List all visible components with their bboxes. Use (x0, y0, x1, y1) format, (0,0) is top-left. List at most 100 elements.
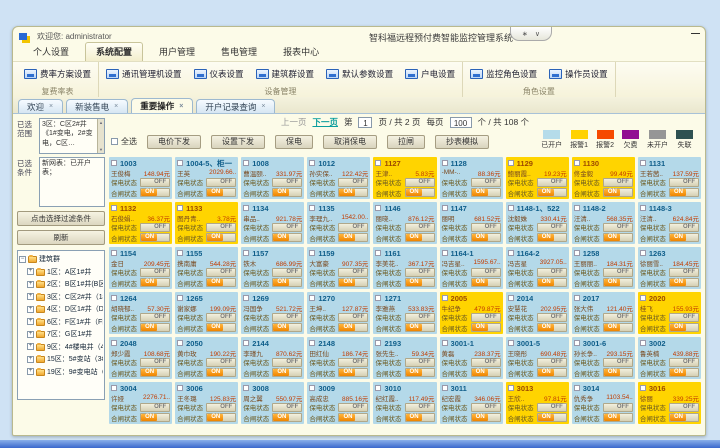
supply-status-toggle[interactable]: OFF (471, 313, 501, 322)
meter-settings-button[interactable]: 仪表设置 (194, 68, 244, 80)
tree-node[interactable]: + 6区：F区1#井（F区… (27, 316, 103, 329)
tree-node[interactable]: + 3区：C区2#井（1#变… (27, 291, 103, 304)
tab-important-operations[interactable]: 重要操作× (131, 98, 193, 113)
refresh-button[interactable]: 刷新 (17, 230, 105, 245)
meter-checkbox[interactable] (111, 340, 117, 346)
supply-status-toggle[interactable]: OFF (272, 403, 302, 412)
close-icon[interactable]: × (260, 102, 266, 111)
switch-status-toggle[interactable]: ON (603, 323, 633, 332)
meter-card[interactable]: 1133 图丹青.. 3.78元 保电状态 OFF 合闸状态 (175, 202, 238, 244)
supply-status-toggle[interactable]: OFF (471, 178, 501, 187)
operator-settings-button[interactable]: 操作员设置 (549, 68, 608, 80)
switch-status-toggle[interactable]: ON (140, 278, 170, 287)
meter-card[interactable]: 2017 张大伟 121.40元 保电状态 OFF 合闸状态 (572, 292, 635, 334)
toolbar-button[interactable]: 保电 (275, 135, 313, 149)
switch-status-toggle[interactable]: ON (603, 413, 633, 422)
meter-card[interactable]: 1146 丽晓.. 876.12元 保电状态 OFF 合闸状 (373, 202, 436, 244)
meter-card[interactable]: 2005 牛纪争 479.87元 保电状态 OFF 合闸状态 (440, 292, 503, 334)
supply-status-toggle[interactable]: OFF (206, 358, 236, 367)
meter-card[interactable]: 3008 周之翼 550.97元 保电状态 OFF 合闸状态 (241, 382, 304, 424)
meter-card[interactable]: 1130 佟金毅 99.49元 保电状态 OFF 合闸状态 (572, 157, 635, 199)
switch-status-toggle[interactable]: ON (206, 188, 236, 197)
switch-status-toggle[interactable]: ON (338, 188, 368, 197)
switch-status-toggle[interactable]: ON (603, 278, 633, 287)
supply-status-toggle[interactable]: OFF (140, 268, 170, 277)
switch-status-toggle[interactable]: ON (272, 278, 302, 287)
comm-manager-settings-button[interactable]: 通讯管理机设置 (106, 68, 182, 80)
meter-checkbox[interactable] (375, 205, 381, 211)
close-icon[interactable]: × (178, 102, 184, 111)
meter-checkbox[interactable] (243, 295, 249, 301)
switch-status-toggle[interactable]: ON (338, 233, 368, 242)
supply-status-toggle[interactable]: OFF (206, 223, 236, 232)
switch-status-toggle[interactable]: ON (537, 368, 567, 377)
meter-card[interactable]: 3002 鲁英楠 439.88元 保电状态 OFF 合闸状态 (638, 337, 701, 379)
tab-welcome[interactable]: 欢迎× (18, 99, 63, 113)
switch-status-toggle[interactable]: ON (405, 188, 435, 197)
expand-icon[interactable]: + (27, 331, 34, 338)
supply-status-toggle[interactable]: OFF (603, 358, 633, 367)
menu-item-sales-mgmt[interactable]: 售电管理 (211, 43, 267, 61)
page-number-input[interactable]: 1 (358, 117, 372, 128)
meter-card[interactable]: 1148-3 汪清.. 624.84元 保电状态 OFF 合 (638, 202, 701, 244)
supply-status-toggle[interactable]: OFF (405, 223, 435, 232)
switch-status-toggle[interactable]: ON (669, 368, 699, 377)
supply-status-toggle[interactable]: OFF (603, 268, 633, 277)
supply-status-toggle[interactable]: OFF (140, 313, 170, 322)
switch-status-toggle[interactable]: ON (338, 368, 368, 377)
switch-status-toggle[interactable]: ON (603, 368, 633, 377)
meter-checkbox[interactable] (574, 385, 580, 391)
switch-status-toggle[interactable]: ON (272, 188, 302, 197)
supply-status-toggle[interactable]: OFF (537, 223, 567, 232)
expand-icon[interactable]: + (27, 306, 34, 313)
selected-range-listbox[interactable]: 3区：C区2#井《1#变电，2#变电，C区… ▲▼ (39, 118, 105, 154)
meter-checkbox[interactable] (243, 205, 249, 211)
supply-status-toggle[interactable]: OFF (338, 223, 368, 232)
switch-status-toggle[interactable]: ON (537, 188, 567, 197)
meter-card[interactable]: 1134 串品.. 921.78元 保电状态 OFF 合闸状 (241, 202, 304, 244)
meter-checkbox[interactable] (574, 295, 580, 301)
meter-checkbox[interactable] (574, 340, 580, 346)
switch-status-toggle[interactable]: ON (405, 368, 435, 377)
supply-status-toggle[interactable]: OFF (140, 223, 170, 232)
meter-card[interactable]: 3010 纪红霞.. 117.49元 保电状态 OFF 合闸 (373, 382, 436, 424)
switch-status-toggle[interactable]: ON (272, 413, 302, 422)
household-power-settings-button[interactable]: 户电设置 (405, 68, 455, 80)
supply-status-toggle[interactable]: OFF (405, 403, 435, 412)
meter-card[interactable]: 3006 王冬璐 125.83元 保电状态 OFF 合闸状态 (175, 382, 238, 424)
meter-card[interactable]: 1157 铁木 686.99元 保电状态 OFF 合闸状态 (241, 247, 304, 289)
meter-checkbox[interactable] (309, 340, 315, 346)
meter-card[interactable]: 1012 孙实保.. 122.42元 保电状态 OFF 合闸 (307, 157, 370, 199)
switch-status-toggle[interactable]: ON (206, 323, 236, 332)
meter-card[interactable]: 1008 曹温颐.. 331.97元 保电状态 OFF 合闸 (241, 157, 304, 199)
supply-status-toggle[interactable]: OFF (338, 178, 368, 187)
tab-new-sale[interactable]: 新装售电× (66, 99, 128, 113)
expand-icon[interactable]: + (27, 268, 34, 275)
switch-status-toggle[interactable]: ON (140, 188, 170, 197)
switch-status-toggle[interactable]: ON (338, 278, 368, 287)
switch-status-toggle[interactable]: ON (537, 323, 567, 332)
supply-status-toggle[interactable]: OFF (405, 178, 435, 187)
supply-status-toggle[interactable]: OFF (206, 313, 236, 322)
default-params-settings-button[interactable]: 默认参数设置 (326, 68, 393, 80)
supply-status-toggle[interactable]: OFF (206, 403, 236, 412)
meter-checkbox[interactable] (243, 385, 249, 391)
switch-status-toggle[interactable]: ON (669, 188, 699, 197)
rate-plan-settings-button[interactable]: 费率方案设置 (24, 68, 91, 80)
supply-status-toggle[interactable]: OFF (537, 268, 567, 277)
switch-status-toggle[interactable]: ON (471, 368, 501, 377)
supply-status-toggle[interactable]: OFF (537, 313, 567, 322)
toolbar-button[interactable]: 拉闸 (387, 135, 425, 149)
supply-status-toggle[interactable]: OFF (603, 403, 633, 412)
tree-node[interactable]: + 1区：A区1#井 (27, 266, 103, 279)
meter-checkbox[interactable] (442, 250, 448, 256)
supply-status-toggle[interactable]: OFF (669, 313, 699, 322)
meter-checkbox[interactable] (375, 295, 381, 301)
meter-checkbox[interactable] (111, 160, 117, 166)
supply-status-toggle[interactable]: OFF (603, 313, 633, 322)
supply-status-toggle[interactable]: OFF (669, 403, 699, 412)
theme-icon[interactable]: ∗ (522, 30, 528, 38)
meter-checkbox[interactable] (375, 340, 381, 346)
meter-card[interactable]: 3001-6 孙长争.. 293.15元 保电状态 OFF (572, 337, 635, 379)
meter-card[interactable]: 3011 纪宏霞 346.06元 保电状态 OFF 合闸状态 (440, 382, 503, 424)
